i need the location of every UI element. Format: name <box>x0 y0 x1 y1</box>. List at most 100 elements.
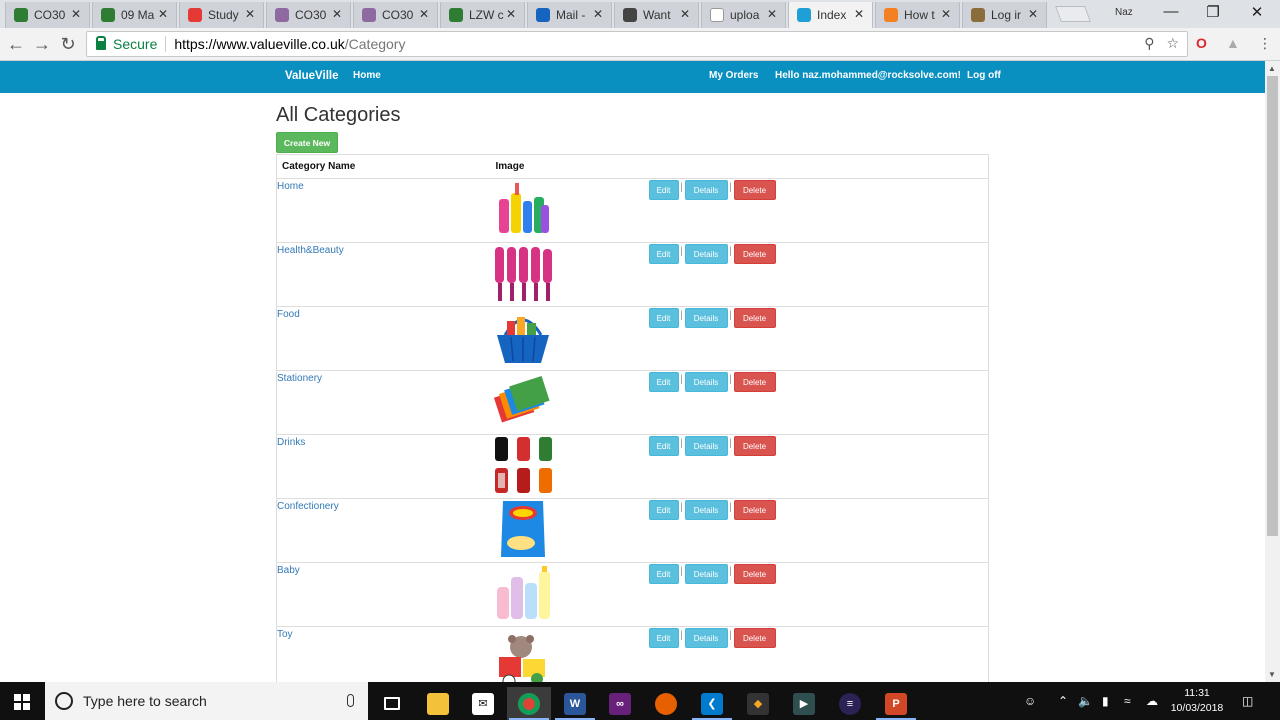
nav-log-off-link[interactable]: Log off <box>967 70 1001 81</box>
category-name-link[interactable]: Drinks <box>277 437 305 448</box>
extension-icon[interactable]: ▲ <box>1226 35 1240 51</box>
opera-extension-icon[interactable]: O <box>1196 35 1207 51</box>
category-name-link[interactable]: Confectionery <box>277 501 339 512</box>
action-center-icon[interactable]: ◫ <box>1242 694 1253 708</box>
tab-close-icon[interactable]: ✕ <box>419 7 429 21</box>
visual-studio-icon[interactable]: ∞ <box>598 687 642 720</box>
category-name-link[interactable]: Stationery <box>277 373 322 384</box>
browser-tab[interactable]: LZW c ✕ <box>440 2 525 28</box>
details-button[interactable]: Details <box>684 564 728 584</box>
back-arrow-icon[interactable]: ← <box>5 34 27 55</box>
delete-button[interactable]: Delete <box>733 500 776 520</box>
category-name-link[interactable]: Baby <box>277 565 300 576</box>
edit-button[interactable]: Edit <box>648 436 679 456</box>
word-icon[interactable]: W <box>553 687 597 720</box>
edit-button[interactable]: Edit <box>648 244 679 264</box>
edit-button[interactable]: Edit <box>648 500 679 520</box>
nav-my-orders-link[interactable]: My Orders <box>709 70 758 81</box>
browser-tab[interactable]: Log ir ✕ <box>962 2 1047 28</box>
microphone-icon[interactable] <box>347 694 354 707</box>
brand-link[interactable]: ValueVille <box>285 70 339 82</box>
forward-arrow-icon[interactable]: → <box>31 34 53 55</box>
tab-close-icon[interactable]: ✕ <box>941 7 951 21</box>
address-bar[interactable]: Secure https://www.valueville.co.uk/Cate… <box>86 31 1188 57</box>
tab-close-icon[interactable]: ✕ <box>680 7 690 21</box>
browser-tab[interactable]: uploa ✕ <box>701 2 786 28</box>
browser-tab[interactable]: Want ✕ <box>614 2 699 28</box>
app-launcher-icon[interactable]: ▶ <box>782 687 826 720</box>
category-name-link[interactable]: Health&Beauty <box>277 245 344 256</box>
browser-tab[interactable]: CO30 ✕ <box>266 2 351 28</box>
details-button[interactable]: Details <box>684 436 728 456</box>
taskbar-search-box[interactable]: Type here to search <box>45 682 368 720</box>
tab-close-icon[interactable]: ✕ <box>767 7 777 21</box>
taskbar-clock[interactable]: 11:31 10/03/2018 <box>1168 686 1226 716</box>
tab-close-icon[interactable]: ✕ <box>71 7 81 21</box>
restore-icon[interactable]: ❐ <box>1190 3 1236 21</box>
scroll-up-icon[interactable]: ▲ <box>1268 64 1276 73</box>
browser-tab[interactable]: 09 Ma ✕ <box>92 2 177 28</box>
create-new-button[interactable]: Create New <box>276 132 338 153</box>
tab-close-icon[interactable]: ✕ <box>593 7 603 21</box>
battery-icon[interactable]: ▮ <box>1102 694 1109 708</box>
browser-tab[interactable]: Mail - ✕ <box>527 2 612 28</box>
details-button[interactable]: Details <box>684 372 728 392</box>
edit-button[interactable]: Edit <box>648 564 679 584</box>
reload-icon[interactable]: ↻ <box>57 34 79 55</box>
delete-button[interactable]: Delete <box>733 244 776 264</box>
close-window-icon[interactable]: ✕ <box>1234 3 1280 21</box>
tab-close-icon[interactable]: ✕ <box>158 7 168 21</box>
delete-button[interactable]: Delete <box>733 180 776 200</box>
file-explorer-icon[interactable] <box>416 687 460 720</box>
volume-icon[interactable]: 🔈 <box>1078 694 1093 708</box>
scroll-down-icon[interactable]: ▼ <box>1268 670 1276 679</box>
browser-tab[interactable]: How t ✕ <box>875 2 960 28</box>
powerpoint-icon[interactable]: P <box>874 687 918 720</box>
category-name-link[interactable]: Home <box>277 181 304 192</box>
details-button[interactable]: Details <box>684 244 728 264</box>
category-name-link[interactable]: Food <box>277 309 300 320</box>
people-icon[interactable]: ☺ <box>1024 694 1036 708</box>
delete-button[interactable]: Delete <box>733 436 776 456</box>
edit-button[interactable]: Edit <box>648 180 679 200</box>
browser-tab[interactable]: Study ✕ <box>179 2 264 28</box>
git-tool-icon[interactable]: ◆ <box>736 687 780 720</box>
task-view-icon[interactable] <box>370 687 414 720</box>
tab-close-icon[interactable]: ✕ <box>245 7 255 21</box>
firefox-icon[interactable] <box>644 687 688 720</box>
vscode-icon[interactable]: ❮ <box>690 687 734 720</box>
details-button[interactable]: Details <box>684 180 728 200</box>
delete-button[interactable]: Delete <box>733 372 776 392</box>
onedrive-icon[interactable]: ☁ <box>1146 694 1158 708</box>
chrome-taskbar-icon[interactable] <box>507 687 551 720</box>
edit-button[interactable]: Edit <box>648 372 679 392</box>
browser-tab[interactable]: CO30 ✕ <box>5 2 90 28</box>
details-button[interactable]: Details <box>684 308 728 328</box>
delete-button[interactable]: Delete <box>733 308 776 328</box>
browser-tab[interactable]: CO30 ✕ <box>353 2 438 28</box>
wifi-icon[interactable]: ≈ <box>1124 694 1131 708</box>
eclipse-icon[interactable]: ≡ <box>828 687 872 720</box>
scrollbar-thumb[interactable] <box>1267 76 1278 536</box>
windows-start-icon[interactable] <box>14 694 30 710</box>
nav-user-greeting-link[interactable]: Hello naz.mohammed@rocksolve.com! <box>775 70 961 81</box>
delete-button[interactable]: Delete <box>733 564 776 584</box>
details-button[interactable]: Details <box>684 500 728 520</box>
tab-close-icon[interactable]: ✕ <box>332 7 342 21</box>
zoom-icon[interactable]: ⚲ <box>1144 35 1154 51</box>
delete-button[interactable]: Delete <box>733 628 776 648</box>
mail-icon[interactable]: ✉ <box>461 687 505 720</box>
browser-tab[interactable]: Index ✕ <box>788 2 873 28</box>
minimize-icon[interactable]: — <box>1148 3 1194 20</box>
tab-close-icon[interactable]: ✕ <box>1028 7 1038 21</box>
edit-button[interactable]: Edit <box>648 308 679 328</box>
bookmark-star-icon[interactable]: ☆ <box>1166 35 1179 51</box>
category-name-link[interactable]: Toy <box>277 629 293 640</box>
nav-home-link[interactable]: Home <box>353 70 381 81</box>
tab-close-icon[interactable]: ✕ <box>506 7 516 21</box>
chrome-menu-icon[interactable]: ⋮ <box>1258 35 1272 52</box>
edit-button[interactable]: Edit <box>648 628 679 648</box>
window-user-name[interactable]: Naz <box>1115 7 1133 18</box>
show-hidden-icons-icon[interactable]: ⌃ <box>1058 694 1068 708</box>
tab-close-icon[interactable]: ✕ <box>854 7 864 21</box>
